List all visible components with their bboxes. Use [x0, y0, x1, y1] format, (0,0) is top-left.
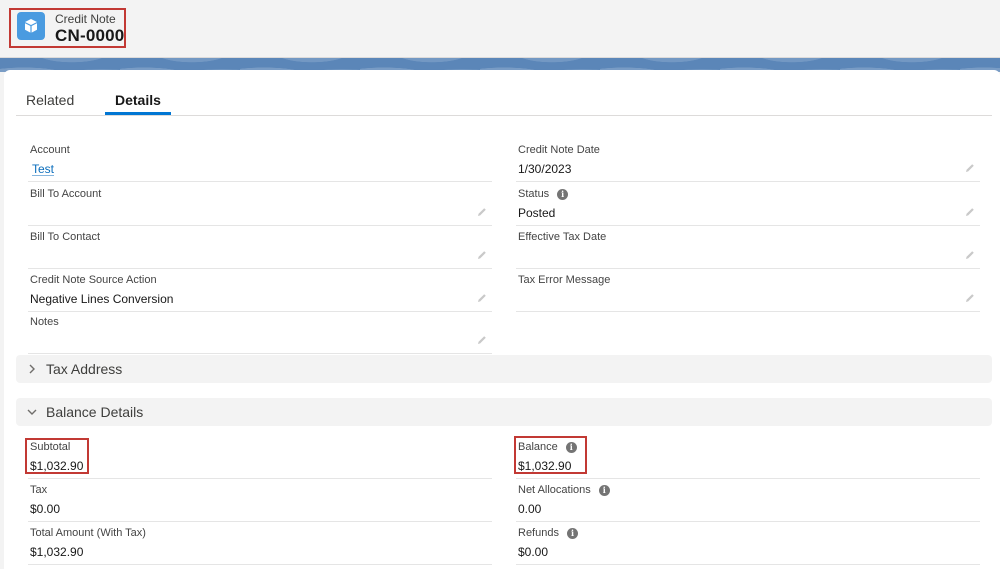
record-header: Credit Note CN-0000	[0, 0, 1000, 58]
field-credit-note-source-action: Credit Note Source Action Negative Lines…	[28, 270, 492, 312]
field-notes: Notes	[28, 312, 492, 354]
field-label: Tax	[30, 484, 48, 496]
chevron-right-icon	[29, 364, 35, 374]
info-icon[interactable]: i	[557, 188, 569, 200]
field-refunds: Refunds i $0.00	[516, 523, 980, 565]
active-tab-indicator	[105, 112, 171, 115]
pencil-icon[interactable]	[476, 249, 488, 261]
field-label: Account	[30, 144, 70, 156]
field-value: 0.00	[518, 502, 542, 516]
pencil-icon[interactable]	[964, 206, 976, 218]
pencil-icon[interactable]	[964, 162, 976, 174]
section-balance-details[interactable]: Balance Details	[16, 398, 992, 426]
field-tax: Tax $0.00	[28, 480, 492, 522]
tab-details[interactable]: Details	[115, 92, 161, 108]
field-value: Posted	[518, 206, 556, 220]
chevron-down-icon	[27, 409, 37, 415]
field-status: Status i Posted	[516, 184, 980, 226]
pencil-icon[interactable]	[476, 206, 488, 218]
refunds-label-text: Refunds	[518, 527, 559, 539]
field-label: Refunds i	[518, 527, 578, 539]
field-label: Bill To Account	[30, 188, 102, 200]
field-total-amount: Total Amount (With Tax) $1,032.90	[28, 523, 492, 565]
field-value: $0.00	[518, 545, 549, 559]
field-label: Credit Note Date	[518, 144, 600, 156]
field-label: Notes	[30, 316, 59, 328]
field-label: Credit Note Source Action	[30, 274, 157, 286]
field-bill-to-contact: Bill To Contact	[28, 227, 492, 269]
record-tabs: Related Details	[16, 78, 992, 116]
field-label: Total Amount (With Tax)	[30, 527, 146, 539]
pencil-icon[interactable]	[964, 249, 976, 261]
field-net-allocations: Net Allocations i 0.00	[516, 480, 980, 522]
balance-highlight-box	[514, 436, 587, 474]
field-value: $1,032.90	[30, 545, 84, 559]
field-tax-error-message: Tax Error Message	[516, 270, 980, 312]
info-icon[interactable]: i	[566, 527, 578, 539]
cube-icon	[17, 12, 45, 40]
tab-related[interactable]: Related	[26, 92, 74, 108]
field-effective-tax-date: Effective Tax Date	[516, 227, 980, 269]
field-credit-note-date: Credit Note Date 1/30/2023	[516, 140, 980, 182]
field-value: $0.00	[30, 502, 61, 516]
info-icon[interactable]: i	[598, 484, 610, 496]
status-label-text: Status	[518, 188, 550, 200]
pencil-icon[interactable]	[476, 334, 488, 346]
field-label: Effective Tax Date	[518, 231, 607, 243]
net-allocations-label-text: Net Allocations	[518, 484, 591, 496]
field-label: Status i	[518, 188, 569, 200]
section-title: Balance Details	[46, 404, 144, 420]
subtotal-highlight-box	[25, 438, 89, 474]
pencil-icon[interactable]	[476, 292, 488, 304]
field-value: Negative Lines Conversion	[30, 292, 174, 306]
account-link[interactable]: Test	[32, 162, 54, 176]
record-title: CN-0000	[55, 26, 125, 45]
pencil-icon[interactable]	[964, 292, 976, 304]
object-type-label: Credit Note	[55, 12, 116, 26]
field-label: Tax Error Message	[518, 274, 611, 286]
field-bill-to-account: Bill To Account	[28, 184, 492, 226]
field-subtotal: Subtotal $1,032.90	[28, 437, 492, 479]
field-value: 1/30/2023	[518, 162, 572, 176]
section-tax-address[interactable]: Tax Address	[16, 355, 992, 383]
field-account: Account Test	[28, 140, 492, 182]
field-label: Net Allocations i	[518, 484, 610, 496]
field-label: Bill To Contact	[30, 231, 101, 243]
section-title: Tax Address	[46, 361, 123, 377]
